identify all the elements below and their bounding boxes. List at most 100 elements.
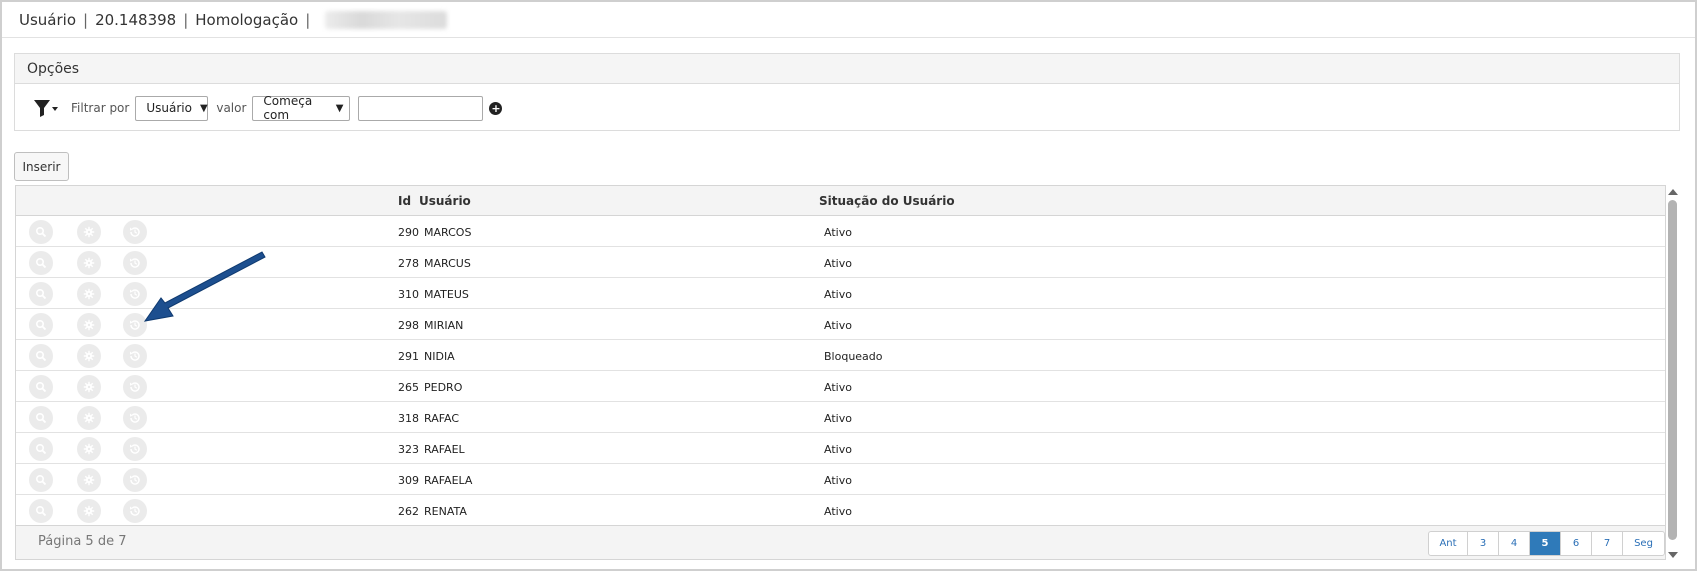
row-gear-icon[interactable] bbox=[77, 313, 101, 337]
row-search-icon[interactable] bbox=[29, 437, 53, 461]
pager-prev[interactable]: Ant bbox=[1429, 532, 1468, 555]
row-history-icon[interactable] bbox=[123, 344, 147, 368]
row-history-icon[interactable] bbox=[123, 468, 147, 492]
table-row: 310 MATEUS Ativo bbox=[16, 278, 1665, 309]
filter-operator-select[interactable]: Começa com ▼ bbox=[252, 94, 351, 122]
cell-user: MARCUS bbox=[424, 257, 471, 270]
table-body: 290 MARCOS Ativo 278 MARCUS Ativo 310 MATEUS Ati… bbox=[16, 216, 1665, 526]
cell-status: Ativo bbox=[824, 474, 852, 487]
pager-page[interactable]: 7 bbox=[1592, 532, 1623, 555]
header-separator: | bbox=[183, 10, 189, 29]
table-row: 265 PEDRO Ativo bbox=[16, 371, 1665, 402]
row-history-icon[interactable] bbox=[123, 406, 147, 430]
redacted-text bbox=[325, 10, 448, 29]
cell-id: 298 bbox=[398, 319, 419, 332]
page-info: Página 5 de 7 bbox=[38, 534, 127, 549]
pager-page[interactable]: 3 bbox=[1468, 532, 1499, 555]
table-header: Id Usuário Situação do Usuário bbox=[16, 186, 1665, 216]
header-separator: | bbox=[305, 10, 311, 29]
row-search-icon[interactable] bbox=[29, 313, 53, 337]
filter-field-select[interactable]: Usuário ▼ bbox=[135, 95, 209, 121]
cell-status: Ativo bbox=[824, 319, 852, 332]
row-search-icon[interactable] bbox=[29, 344, 53, 368]
pagination: Ant 3 4 5 6 7 Seg bbox=[1428, 531, 1665, 556]
cell-id: 262 bbox=[398, 505, 419, 518]
column-header-status[interactable]: Situação do Usuário bbox=[819, 194, 955, 208]
column-header-id[interactable]: Id bbox=[398, 194, 411, 208]
header-separator: | bbox=[83, 10, 89, 29]
cell-user: MATEUS bbox=[424, 288, 469, 301]
row-search-icon[interactable] bbox=[29, 375, 53, 399]
cell-id: 310 bbox=[398, 288, 419, 301]
pager-page-current[interactable]: 5 bbox=[1530, 532, 1561, 555]
options-panel: Opções Filtrar por Usuário ▼ valor Começ… bbox=[14, 53, 1680, 131]
table-row: 309 RAFAELA Ativo bbox=[16, 464, 1665, 495]
cell-status: Ativo bbox=[824, 443, 852, 456]
scroll-down-icon[interactable] bbox=[1668, 552, 1678, 558]
table-row: 291 NIDIA Bloqueado bbox=[16, 340, 1665, 371]
row-history-icon[interactable] bbox=[123, 375, 147, 399]
row-search-icon[interactable] bbox=[29, 251, 53, 275]
cell-status: Ativo bbox=[824, 381, 852, 394]
scrollbar-thumb[interactable] bbox=[1668, 200, 1677, 540]
cell-id: 278 bbox=[398, 257, 419, 270]
row-gear-icon[interactable] bbox=[77, 499, 101, 523]
cell-id: 323 bbox=[398, 443, 419, 456]
cell-status: Bloqueado bbox=[824, 350, 883, 363]
insert-button[interactable]: Inserir bbox=[14, 152, 69, 181]
cell-id: 265 bbox=[398, 381, 419, 394]
column-header-user[interactable]: Usuário bbox=[419, 194, 471, 208]
row-gear-icon[interactable] bbox=[77, 406, 101, 430]
filter-by-label: Filtrar por bbox=[71, 101, 130, 115]
filter-funnel-icon[interactable] bbox=[33, 98, 59, 118]
cell-status: Ativo bbox=[824, 288, 852, 301]
table-row: 278 MARCUS Ativo bbox=[16, 247, 1665, 278]
row-search-icon[interactable] bbox=[29, 220, 53, 244]
header-module: Usuário bbox=[19, 10, 77, 29]
table-row: 298 MIRIAN Ativo bbox=[16, 309, 1665, 340]
header-version: 20.148398 bbox=[95, 10, 177, 29]
table-footer: Página 5 de 7 Ant 3 4 5 6 7 Seg bbox=[16, 525, 1665, 559]
row-gear-icon[interactable] bbox=[77, 251, 101, 275]
pager-page[interactable]: 6 bbox=[1561, 532, 1592, 555]
cell-user: RAFAC bbox=[424, 412, 460, 425]
cell-user: MARCOS bbox=[424, 226, 472, 239]
row-search-icon[interactable] bbox=[29, 406, 53, 430]
cell-user: MIRIAN bbox=[424, 319, 464, 332]
cell-user: RAFAEL bbox=[424, 443, 465, 456]
cell-status: Ativo bbox=[824, 505, 852, 518]
filter-value-input[interactable] bbox=[358, 95, 484, 121]
vertical-scrollbar[interactable] bbox=[1666, 185, 1680, 560]
cell-status: Ativo bbox=[824, 226, 852, 239]
row-gear-icon[interactable] bbox=[77, 375, 101, 399]
row-search-icon[interactable] bbox=[29, 468, 53, 492]
cell-user: PEDRO bbox=[424, 381, 463, 394]
cell-id: 309 bbox=[398, 474, 419, 487]
cell-status: Ativo bbox=[824, 412, 852, 425]
pager-next[interactable]: Seg bbox=[1623, 532, 1664, 555]
chevron-down-icon: ▼ bbox=[199, 102, 208, 114]
row-history-icon[interactable] bbox=[123, 251, 147, 275]
pager-page[interactable]: 4 bbox=[1499, 532, 1530, 555]
row-search-icon[interactable] bbox=[29, 499, 53, 523]
row-gear-icon[interactable] bbox=[77, 282, 101, 306]
scroll-up-icon[interactable] bbox=[1668, 189, 1678, 195]
cell-user: NIDIA bbox=[424, 350, 455, 363]
row-gear-icon[interactable] bbox=[77, 344, 101, 368]
cell-id: 318 bbox=[398, 412, 419, 425]
row-gear-icon[interactable] bbox=[77, 437, 101, 461]
header-environment: Homologação bbox=[195, 10, 299, 29]
add-filter-icon[interactable]: + bbox=[489, 101, 503, 115]
cell-id: 291 bbox=[398, 350, 419, 363]
table-row: 262 RENATA Ativo bbox=[16, 495, 1665, 526]
row-history-icon[interactable] bbox=[123, 437, 147, 461]
row-search-icon[interactable] bbox=[29, 282, 53, 306]
row-gear-icon[interactable] bbox=[77, 220, 101, 244]
cell-id: 290 bbox=[398, 226, 419, 239]
row-history-icon[interactable] bbox=[123, 220, 147, 244]
users-table: Id Usuário Situação do Usuário 290 MARCOS… bbox=[15, 185, 1666, 560]
row-gear-icon[interactable] bbox=[77, 468, 101, 492]
row-history-icon[interactable] bbox=[123, 282, 147, 306]
row-history-icon[interactable] bbox=[123, 499, 147, 523]
row-history-icon[interactable] bbox=[123, 313, 147, 337]
